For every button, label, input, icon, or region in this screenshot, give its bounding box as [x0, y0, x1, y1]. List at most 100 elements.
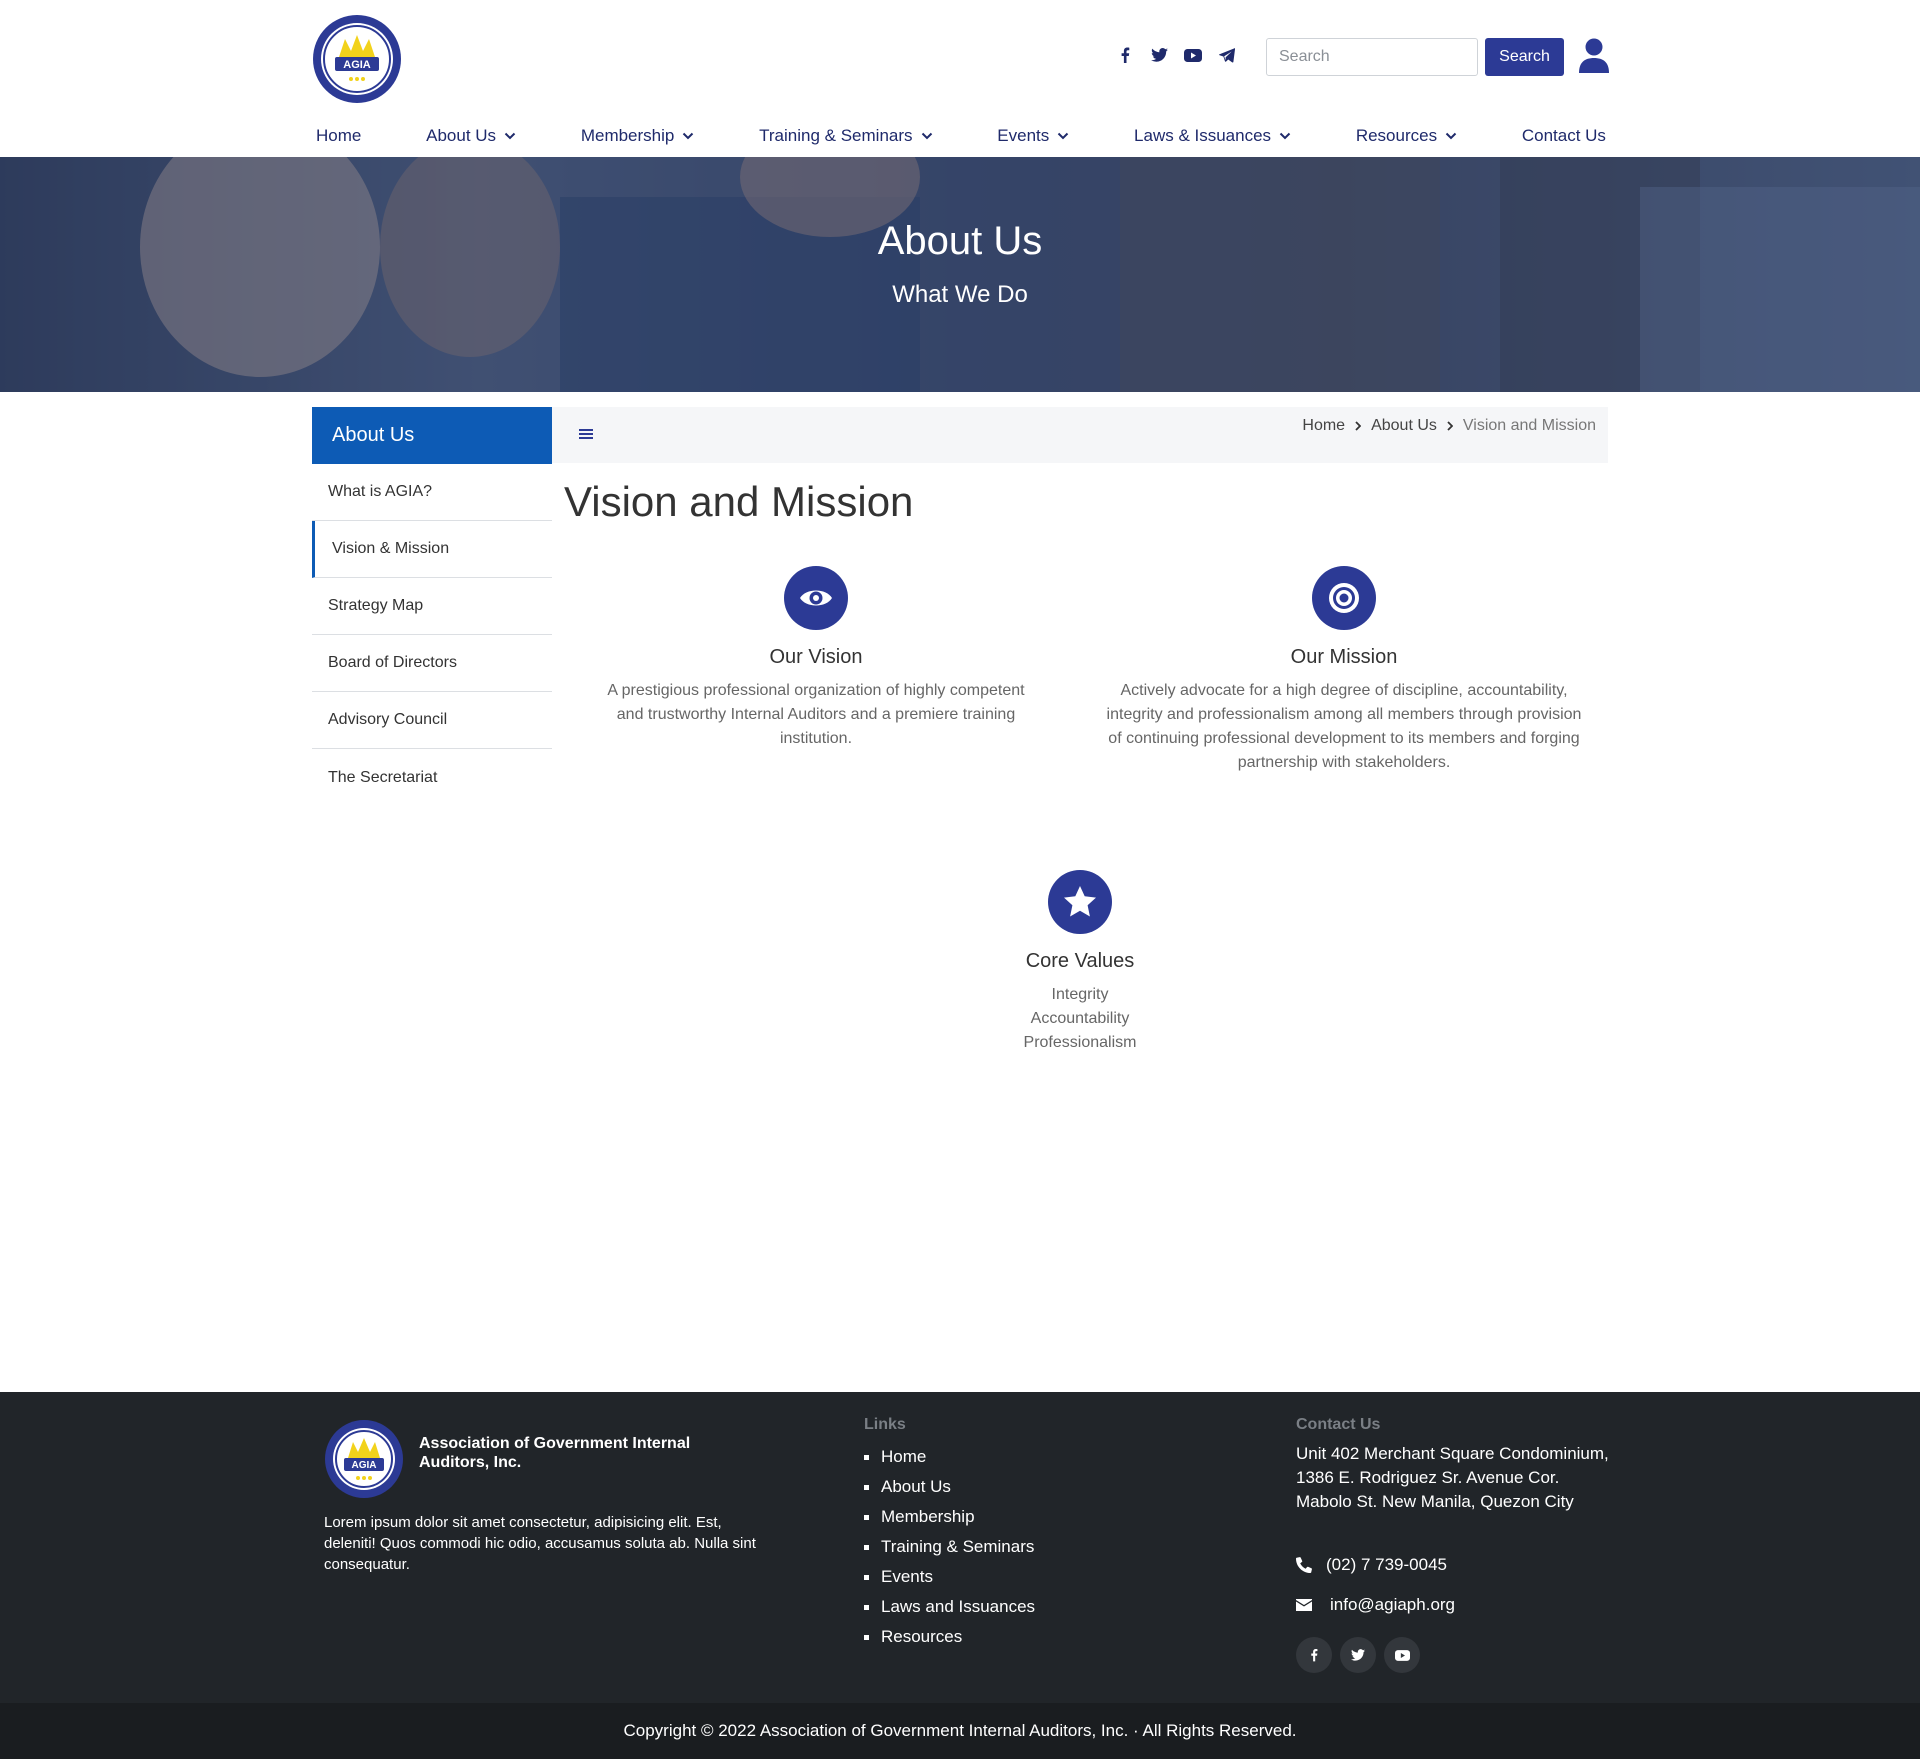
nav-label: About Us — [426, 126, 497, 145]
chevron-right-icon — [1447, 421, 1453, 431]
footer-link-events[interactable]: Events — [864, 1562, 1035, 1592]
footer-address: Unit 402 Merchant Square Condominium, 13… — [1296, 1444, 1609, 1511]
chevron-down-icon — [921, 132, 932, 140]
youtube-icon[interactable] — [1184, 46, 1202, 64]
star-icon — [1064, 886, 1096, 917]
footer-link-resources[interactable]: Resources — [864, 1622, 1035, 1652]
nav-item-about-us[interactable]: About Us — [426, 126, 516, 146]
sidebar-menu: What is AGIA? Vision & Mission Strategy … — [312, 464, 552, 806]
footer-email-address[interactable]: info@agiaph.org — [1330, 1595, 1455, 1615]
footer-links: Home About Us Membership Training & Semi… — [864, 1442, 1035, 1652]
sidebar-item-vision-mission[interactable]: Vision & Mission — [312, 521, 552, 578]
vision-card: Our Vision A prestigious professional or… — [600, 566, 1032, 751]
copyright-bar: Copyright © 2022 Association of Governme… — [0, 1703, 1920, 1759]
sidebar-item-board-of-directors[interactable]: Board of Directors — [312, 635, 552, 692]
facebook-icon[interactable] — [1116, 46, 1134, 64]
footer-phone-number[interactable]: (02) 7 739-0045 — [1326, 1555, 1447, 1575]
sidebar-heading: About Us — [312, 407, 552, 464]
twitter-icon[interactable] — [1340, 1637, 1376, 1673]
svg-text:AGIA: AGIA — [343, 59, 371, 71]
telegram-icon[interactable] — [1218, 46, 1236, 64]
phone-icon — [1296, 1557, 1312, 1573]
chevron-down-icon — [1445, 132, 1457, 140]
hero-subtitle: What We Do — [892, 281, 1028, 308]
target-icon — [1329, 583, 1359, 613]
twitter-icon[interactable] — [1150, 46, 1168, 64]
footer-agia-logo: AGIA — [325, 1420, 403, 1498]
nav-item-home[interactable]: Home — [316, 126, 361, 146]
chevron-right-icon — [1355, 421, 1362, 431]
footer-email: info@agiaph.org — [1296, 1595, 1455, 1615]
footer-link-laws-issuances[interactable]: Laws and Issuances — [864, 1592, 1035, 1622]
hero-banner: About Us What We Do — [0, 157, 1920, 392]
nav-label: Laws & Issuances — [1134, 126, 1272, 145]
page-title: Vision and Mission — [564, 478, 914, 525]
envelope-icon — [1296, 1599, 1312, 1611]
sidebar-item-strategy-map[interactable]: Strategy Map — [312, 578, 552, 635]
agia-logo[interactable]: AGIA — [311, 13, 403, 105]
chevron-down-icon — [504, 132, 516, 140]
breadcrumb: Home About Us Vision and Mission — [1302, 417, 1596, 435]
nav-item-laws-issuances[interactable]: Laws & Issuances — [1134, 126, 1291, 146]
search-button[interactable]: Search — [1485, 38, 1564, 76]
values-icon-circle — [1048, 870, 1112, 934]
mission-text: Actively advocate for a high degree of d… — [1106, 682, 1582, 771]
footer-links-title: Links — [864, 1416, 906, 1433]
nav-label: Resources — [1355, 126, 1438, 145]
main-nav: Home About Us Membership Training & Semi… — [316, 126, 1606, 146]
sidebar-item-what-is-agia[interactable]: What is AGIA? — [312, 464, 552, 521]
copyright-text: Copyright © 2022 Association of Governme… — [623, 1721, 1297, 1740]
site-header: AGIA Search Home About Us Membership Tra… — [0, 0, 1920, 157]
svg-text:AGIA: AGIA — [352, 1460, 377, 1471]
breadcrumb-current: Vision and Mission — [1462, 417, 1596, 434]
vision-icon-circle — [784, 566, 848, 630]
nav-item-events[interactable]: Events — [997, 126, 1069, 146]
value-item: Integrity — [1051, 986, 1109, 1003]
nav-label: Contact Us — [1521, 126, 1606, 145]
nav-item-training-seminars[interactable]: Training & Seminars — [759, 126, 932, 146]
footer-link-membership[interactable]: Membership — [864, 1502, 1035, 1532]
mission-icon-circle — [1312, 566, 1376, 630]
nav-label: Membership — [580, 126, 675, 145]
chevron-down-icon — [1058, 132, 1069, 140]
core-values-card: Core Values Integrity Accountability Pro… — [930, 870, 1230, 1055]
nav-label: Home — [316, 126, 362, 145]
breadcrumb-home[interactable]: Home — [1302, 417, 1345, 435]
footer-org-name: Association of Government Internal Audit… — [419, 1435, 691, 1471]
nav-item-membership[interactable]: Membership — [581, 126, 695, 146]
hamburger-menu-icon[interactable] — [576, 424, 596, 444]
youtube-icon[interactable] — [1384, 1637, 1420, 1673]
eye-icon — [800, 590, 832, 606]
hero-overlay — [0, 157, 1920, 392]
nav-label: Events — [997, 126, 1050, 145]
site-footer: AGIA Association of Government Internal … — [0, 1392, 1920, 1703]
search-input[interactable] — [1266, 38, 1478, 76]
value-item: Professionalism — [1023, 1034, 1137, 1051]
values-list: Integrity Accountability Professionalism — [930, 983, 1230, 1055]
mission-title: Our Mission — [1290, 646, 1398, 668]
footer-link-about-us[interactable]: About Us — [864, 1472, 1035, 1502]
mission-card: Our Mission Actively advocate for a high… — [1104, 566, 1584, 775]
footer-link-home[interactable]: Home — [864, 1442, 1035, 1472]
nav-item-resources[interactable]: Resources — [1356, 126, 1457, 146]
vision-text: A prestigious professional organization … — [607, 682, 1025, 747]
values-title: Core Values — [1025, 950, 1135, 972]
footer-phone: (02) 7 739-0045 — [1296, 1555, 1447, 1575]
footer-contact-title: Contact Us — [1296, 1416, 1381, 1433]
breadcrumb-bar: Home About Us Vision and Mission — [552, 407, 1608, 463]
nav-item-contact-us[interactable]: Contact Us — [1522, 126, 1606, 146]
chevron-down-icon — [683, 132, 694, 140]
hero-title: About Us — [877, 219, 1043, 263]
nav-label: Training & Seminars — [759, 126, 913, 145]
value-item: Accountability — [1030, 1010, 1130, 1027]
facebook-icon[interactable] — [1296, 1637, 1332, 1673]
footer-link-training-seminars[interactable]: Training & Seminars — [864, 1532, 1035, 1562]
sidebar-item-advisory-council[interactable]: Advisory Council — [312, 692, 552, 749]
chevron-down-icon — [1279, 132, 1291, 140]
user-account-icon[interactable] — [1578, 38, 1610, 74]
sidebar-item-the-secretariat[interactable]: The Secretariat — [312, 749, 552, 806]
footer-social-links — [1296, 1637, 1420, 1673]
breadcrumb-about-us[interactable]: About Us — [1371, 417, 1437, 435]
vision-title: Our Vision — [769, 646, 863, 668]
header-social-links — [1116, 46, 1236, 64]
